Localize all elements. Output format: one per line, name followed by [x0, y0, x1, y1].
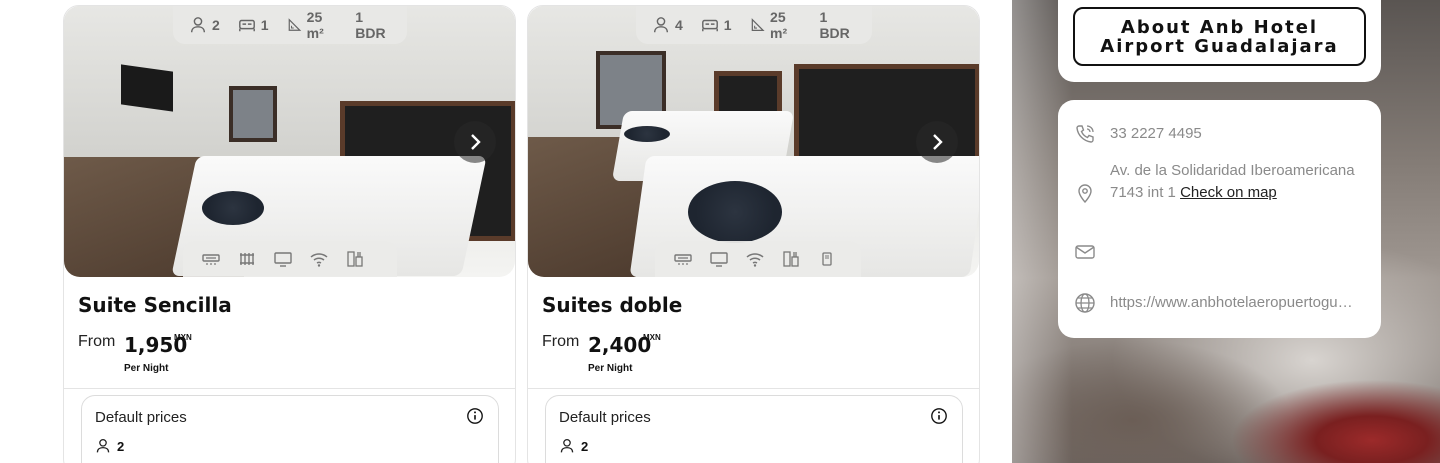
person-icon	[96, 438, 110, 453]
per-night-label: Per Night	[124, 363, 169, 374]
about-card: About Anb Hotel Airport Guadalajara	[1058, 0, 1381, 82]
area-spec: 25 m²	[287, 9, 338, 41]
room-name[interactable]: Suites doble	[542, 293, 682, 317]
per-night-label: Per Night	[588, 363, 633, 374]
about-hotel-button[interactable]: About Anb Hotel Airport Guadalajara	[1073, 7, 1366, 66]
room-card-suites-doble[interactable]: 4 1 25 m² 1 BDR Suites doble From 2,400 …	[527, 5, 980, 463]
wifi-icon	[746, 253, 764, 267]
contact-phone-row[interactable]: 33 2227 4495	[1074, 123, 1202, 145]
minibar-icon	[347, 251, 363, 267]
area-icon	[751, 18, 765, 32]
default-prices-box[interactable]: Default prices 2	[545, 395, 963, 463]
beds-spec: 1	[238, 16, 269, 34]
guests-spec: 2	[189, 16, 220, 34]
location-pin-icon	[1078, 184, 1092, 204]
contact-email-row[interactable]	[1074, 241, 1110, 263]
price-currency: MXN	[174, 333, 192, 342]
default-prices-box[interactable]: Default prices 2	[81, 395, 499, 463]
next-photo-button[interactable]	[454, 121, 496, 163]
room-specs-chip: 2 1 25 m² 1 BDR	[173, 6, 407, 44]
chevron-right-icon	[471, 134, 481, 150]
tv-icon	[274, 252, 292, 267]
room-price: 2,400	[588, 333, 652, 357]
person-icon	[560, 438, 574, 453]
price-from-label: From	[542, 333, 580, 350]
room-name[interactable]: Suite Sencilla	[78, 293, 232, 317]
contact-address: Av. de la Solidaridad Iberoamericana 714…	[1110, 160, 1360, 204]
info-icon[interactable]	[466, 407, 484, 425]
bed-icon	[701, 19, 718, 32]
bedrooms-spec: 1 BDR	[819, 9, 850, 41]
air-conditioning-icon	[202, 254, 220, 265]
contact-address-row: Av. de la Solidaridad Iberoamericana 714…	[1074, 160, 1360, 204]
room-specs-chip: 4 1 25 m² 1 BDR	[636, 6, 872, 44]
default-prices-title: Default prices	[559, 409, 651, 426]
contact-website[interactable]: https://www.anbhotelaeropuertoguadalajar…	[1110, 292, 1355, 314]
price-guests: 2	[95, 438, 124, 454]
globe-icon	[1075, 293, 1095, 313]
default-prices-title: Default prices	[95, 409, 187, 426]
amenities-chip	[183, 241, 397, 277]
chevron-right-icon	[933, 134, 943, 150]
price-currency: MXN	[643, 333, 661, 342]
divider	[528, 388, 979, 389]
room-card-suite-sencilla[interactable]: 2 1 25 m² 1 BDR Suite Sencilla From 1,95…	[63, 5, 516, 463]
bed-icon	[238, 19, 255, 32]
room-photo[interactable]: 2 1 25 m² 1 BDR	[64, 6, 515, 277]
contact-website-row[interactable]: https://www.anbhotelaeropuertoguadalajar…	[1074, 292, 1355, 314]
price-guests: 2	[559, 438, 588, 454]
tv-icon	[710, 252, 728, 267]
person-icon	[653, 17, 669, 33]
guests-spec: 4	[652, 16, 683, 34]
room-photo[interactable]: 4 1 25 m² 1 BDR	[528, 6, 979, 277]
area-spec: 25 m²	[750, 9, 802, 41]
info-icon[interactable]	[930, 407, 948, 425]
contact-phone[interactable]: 33 2227 4495	[1110, 123, 1202, 145]
person-icon	[190, 17, 206, 33]
mail-icon	[1075, 245, 1095, 259]
price-from-label: From	[78, 333, 116, 350]
bedrooms-spec: 1 BDR	[355, 9, 386, 41]
hairdryer-icon	[822, 252, 832, 266]
divider	[64, 388, 515, 389]
beds-spec: 1	[701, 16, 732, 34]
wifi-icon	[310, 253, 328, 267]
amenities-chip	[655, 241, 861, 277]
phone-icon	[1076, 125, 1094, 143]
minibar-icon	[783, 251, 799, 267]
next-photo-button[interactable]	[916, 121, 958, 163]
area-icon	[288, 18, 301, 31]
contact-card: 33 2227 4495 Av. de la Solidaridad Ibero…	[1058, 100, 1381, 338]
heater-icon	[240, 253, 254, 265]
check-on-map-link[interactable]: Check on map	[1180, 184, 1277, 201]
air-conditioning-icon	[674, 254, 692, 265]
